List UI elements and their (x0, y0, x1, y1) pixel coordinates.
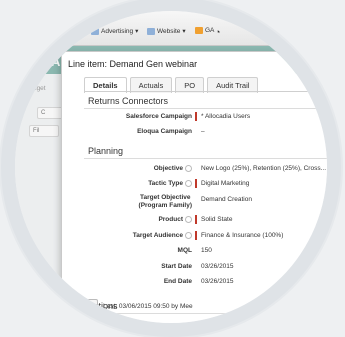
info-icon[interactable] (185, 216, 192, 223)
eloqua-campaign-label: Eloqua Campaign (137, 128, 192, 135)
magnified-view: Internal Advertising ▾ Website ▾ GA ◔ A … (15, 11, 327, 323)
ga-icon (195, 27, 203, 34)
line-item-modal: Line item: Demand Gen webinar Details Ac… (61, 51, 327, 323)
info-icon[interactable] (185, 232, 192, 239)
bookmark-advertising[interactable]: Advertising ▾ (91, 27, 138, 35)
folder-icon (147, 27, 155, 35)
tactic-type-value[interactable]: Digital Marketing (201, 180, 249, 187)
start-date-label: Start Date (161, 263, 192, 270)
target-audience-label: Target Audience (133, 232, 192, 239)
bookmark-label: GA (205, 27, 215, 34)
tactic-type-label: Tactic Type (148, 180, 192, 187)
bookmark-internal[interactable]: Internal (57, 27, 89, 34)
product-value[interactable]: Solid State (201, 216, 232, 223)
section-planning: Planning (88, 146, 124, 156)
product-label-text: Product (158, 216, 183, 224)
end-date-label: End Date (163, 278, 192, 285)
objective-label: Objective (154, 165, 192, 172)
last-update-info: Last: 03/06/2015 09:50 by Mee (103, 303, 193, 310)
end-date-value[interactable]: 03/26/2015 (201, 278, 234, 285)
objective-label-text: Objective (153, 165, 183, 173)
bookmark-label: Internal (67, 27, 89, 34)
target-objective-value[interactable]: Demand Creation (201, 196, 252, 203)
bookmarks-bar: Internal Advertising ▾ Website ▾ GA ◔ (15, 11, 327, 46)
target-audience-value[interactable]: Finance & Insurance (100%) (201, 232, 283, 239)
info-icon[interactable] (185, 165, 192, 172)
mql-label: MQL (177, 247, 192, 254)
eloqua-campaign-value[interactable]: – (201, 128, 205, 135)
divider (84, 108, 327, 109)
circle-icon[interactable]: ◔ (215, 27, 220, 37)
target-audience-label-text: Target Audience (132, 232, 183, 240)
target-objective-label: Target Objective (Program Family) (139, 194, 192, 210)
modal-title: Line item: Demand Gen webinar (68, 59, 198, 69)
section-returns-connectors: Returns Connectors (88, 96, 169, 106)
required-marker (195, 231, 197, 240)
chevron-down-icon: ▾ (135, 28, 139, 35)
tab-divider (84, 91, 327, 92)
folder-icon (91, 27, 99, 35)
salesforce-campaign-value[interactable]: * Allocadia Users (201, 113, 250, 120)
start-date-value[interactable]: 03/26/2015 (201, 263, 234, 270)
background-filter-button[interactable]: Fil (29, 125, 59, 137)
bookmark-ga[interactable]: GA (195, 27, 214, 34)
bookmark-green-icon (57, 27, 65, 34)
required-marker (195, 179, 197, 188)
target-objective-label-line1: Target Objective (140, 194, 191, 201)
magnifier-frame: Internal Advertising ▾ Website ▾ GA ◔ A … (1, 0, 341, 337)
budget-label: Budget (25, 85, 46, 92)
bookmark-label: Website (157, 27, 181, 35)
required-marker (195, 112, 197, 121)
bookmark-label: Advertising (101, 27, 134, 35)
required-marker (195, 215, 197, 224)
product-label: Product (158, 216, 192, 223)
divider (84, 313, 327, 314)
tactic-type-label-text: Tactic Type (148, 180, 183, 188)
divider (84, 158, 327, 159)
objective-value[interactable]: New Logo (25%), Retention (25%), Cross..… (201, 165, 326, 172)
bookmark-website[interactable]: Website ▾ (147, 27, 186, 35)
chevron-down-icon: ▾ (182, 28, 186, 35)
app-logo: A (51, 54, 61, 69)
create-campaign-button[interactable]: Create Campaign (35, 299, 98, 313)
mql-value[interactable]: 150 (201, 247, 212, 254)
info-icon[interactable] (185, 180, 192, 187)
target-objective-label-line2: (Program Family) (138, 202, 192, 209)
salesforce-campaign-label: Salesforce Campaign (125, 113, 192, 120)
